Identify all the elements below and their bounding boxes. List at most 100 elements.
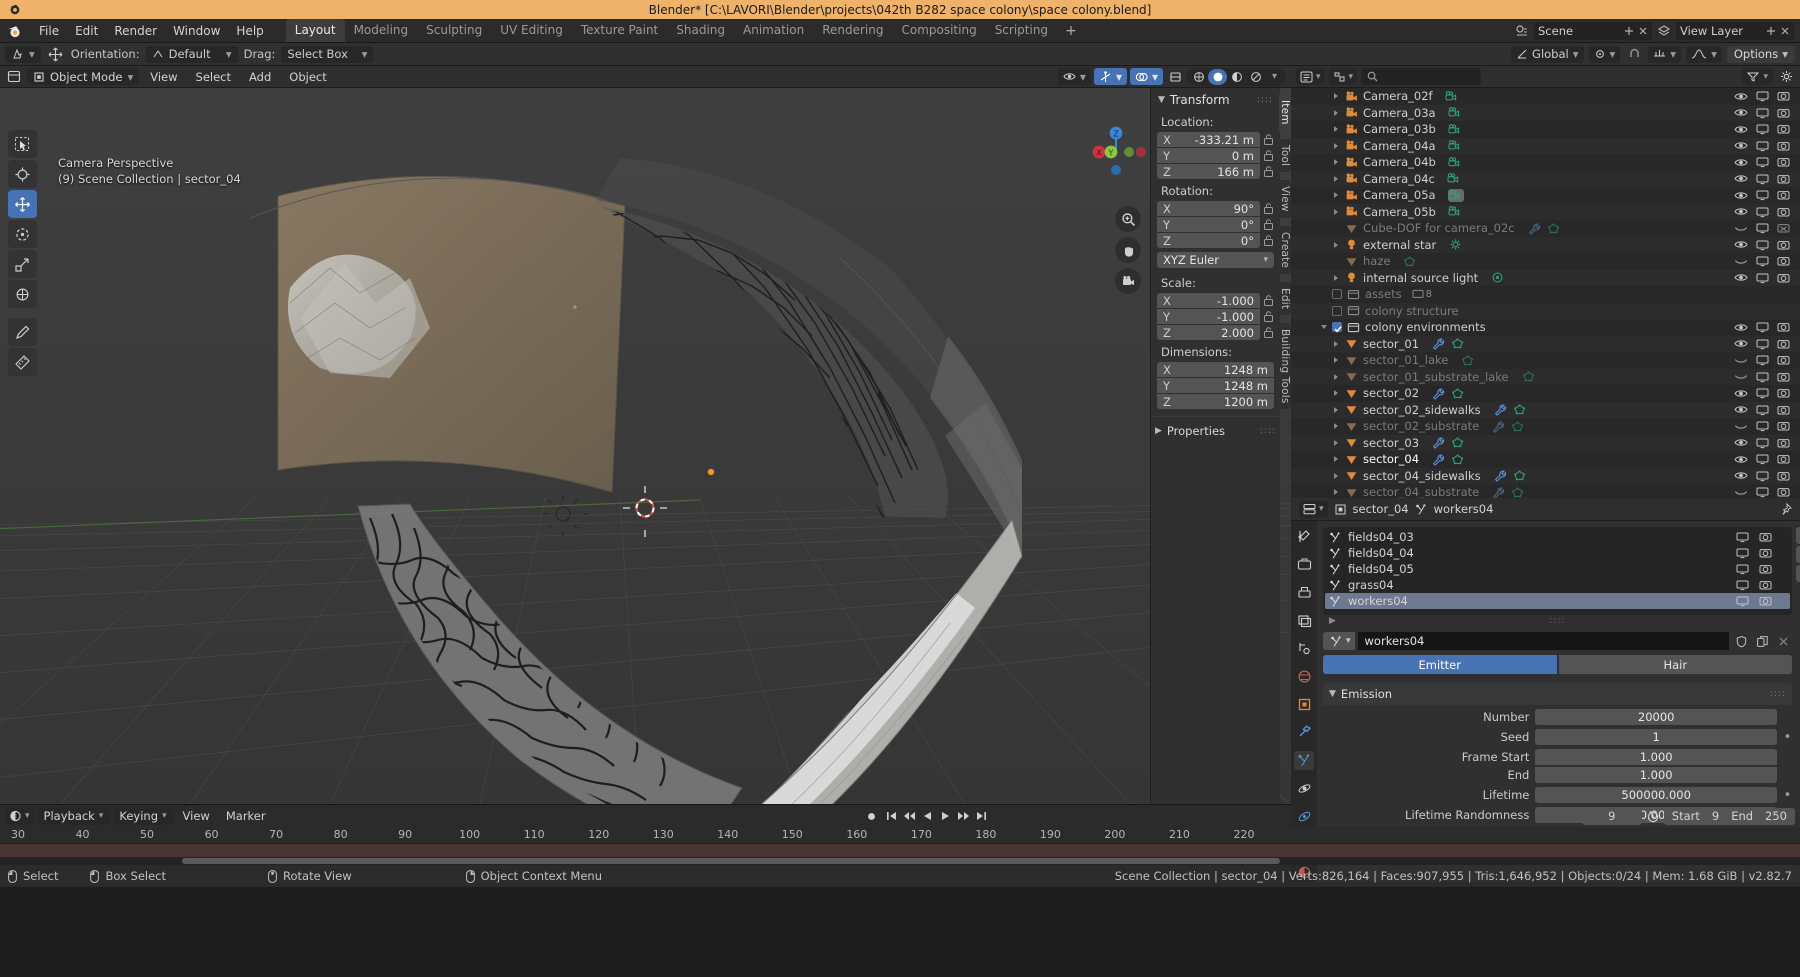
pan-hand-icon[interactable] — [1115, 237, 1141, 263]
rotation-y-row[interactable]: Y 0° — [1157, 217, 1274, 232]
disclosure-triangle[interactable] — [1334, 175, 1345, 182]
timeline-scrollbar-handle[interactable] — [182, 858, 1280, 864]
particle-datablock-name-input[interactable]: workers04 — [1357, 632, 1729, 650]
lock-icon[interactable] — [1263, 202, 1274, 215]
eye-hidden-icon[interactable] — [1734, 256, 1748, 267]
unlink-datablock-icon[interactable] — [1774, 632, 1792, 650]
menu-file[interactable]: File — [31, 21, 67, 41]
particle-system-row[interactable]: grass04 — [1325, 577, 1790, 593]
outliner-row[interactable]: Camera_04a — [1291, 137, 1800, 154]
outliner-item-name[interactable]: sector_03 — [1363, 436, 1419, 450]
add-workspace-button[interactable]: + — [1057, 21, 1085, 41]
outliner-search-input[interactable] — [1361, 68, 1482, 85]
particle-type-emitter[interactable]: Emitter — [1323, 655, 1557, 674]
outliner-item-name[interactable]: Camera_03b — [1363, 122, 1436, 136]
outliner-row[interactable]: sector_03 — [1291, 434, 1800, 451]
keying-dropdown[interactable]: Keying ▾ — [113, 807, 173, 825]
render-camera-icon[interactable] — [1777, 156, 1790, 168]
active-tool-icon[interactable]: ▾ — [5, 45, 41, 63]
outliner-row[interactable]: haze — [1291, 253, 1800, 270]
eye-visible-icon[interactable] — [1734, 470, 1748, 481]
properties-tab-object[interactable] — [1294, 695, 1314, 714]
outliner-item-name[interactable]: internal source light — [1363, 271, 1478, 285]
dimensions-z-row[interactable]: Z 1200 m — [1157, 394, 1274, 409]
workspace-tab-uv-editing[interactable]: UV Editing — [491, 19, 572, 42]
outliner-row[interactable]: sector_04_substrate — [1291, 484, 1800, 498]
viewport-display-icon[interactable] — [1756, 371, 1769, 383]
tool-transform[interactable] — [8, 280, 37, 308]
outliner-row[interactable]: Camera_03a — [1291, 104, 1800, 121]
outliner-item-name[interactable]: Camera_05b — [1363, 205, 1436, 219]
shading-options-dropdown[interactable]: ▾ — [1265, 69, 1284, 85]
auto-key-icon[interactable] — [1645, 808, 1661, 825]
dimensions-x-row[interactable]: X 1248 m — [1157, 362, 1274, 377]
frame-start-end-fields[interactable]: Start 9 End 250 — [1663, 807, 1795, 825]
fake-user-shield-icon[interactable] — [1732, 632, 1750, 650]
disclosure-triangle[interactable] — [1334, 241, 1345, 248]
scale-z-row[interactable]: Z 2.000 — [1157, 325, 1274, 340]
disclosure-triangle[interactable] — [1334, 472, 1345, 479]
jump-to-start-button[interactable] — [884, 808, 900, 825]
render-camera-icon[interactable] — [1777, 338, 1790, 350]
disclosure-triangle[interactable] — [1334, 274, 1345, 281]
shading-solid-button[interactable] — [1208, 68, 1227, 85]
disclosure-triangle[interactable] — [1334, 489, 1345, 496]
eye-visible-icon[interactable] — [1734, 338, 1748, 349]
outliner-item-name[interactable]: colony environments — [1365, 320, 1486, 334]
eye-visible-icon[interactable] — [1734, 124, 1748, 135]
properties-tab-world[interactable] — [1294, 667, 1314, 686]
outliner-row[interactable]: Camera_04b — [1291, 154, 1800, 171]
emission-panel-header[interactable]: ▼ Emission :::: — [1323, 683, 1792, 705]
copy-datablock-icon[interactable] — [1753, 632, 1771, 650]
properties-tab-particles[interactable] — [1294, 751, 1314, 770]
menu-window[interactable]: Window — [165, 21, 228, 41]
properties-tab-tool[interactable] — [1294, 527, 1314, 546]
sidebar-tab-building-tools[interactable]: Building Tools — [1279, 322, 1291, 410]
outliner-row[interactable]: Camera_05a — [1291, 187, 1800, 204]
rotation-mode-dropdown[interactable]: XYZ Euler ▾ — [1157, 252, 1274, 268]
viewport-display-icon[interactable] — [1736, 579, 1749, 591]
viewport-3d[interactable]: Object Mode ▾ View Select Add Object ▾ ▾ — [0, 66, 1291, 804]
outliner-row[interactable]: sector_02_substrate — [1291, 418, 1800, 435]
overlays-toggle[interactable]: ▾ — [1129, 68, 1163, 85]
workspace-tab-compositing[interactable]: Compositing — [892, 19, 985, 42]
viewport-display-icon[interactable] — [1736, 595, 1749, 607]
viewport-menu-add[interactable]: Add — [242, 68, 278, 86]
scene-selector[interactable]: Scene — [1534, 21, 1652, 40]
outliner-item-name[interactable]: sector_01_substrate_lake — [1363, 370, 1509, 384]
zoom-icon[interactable] — [1115, 206, 1141, 232]
play-reverse-button[interactable] — [920, 808, 936, 825]
properties-tab-physics[interactable] — [1294, 779, 1314, 798]
render-camera-icon[interactable] — [1759, 579, 1772, 591]
timeline-menu-marker[interactable]: Marker — [220, 807, 272, 825]
viewport-display-icon[interactable] — [1756, 354, 1769, 366]
tool-measure[interactable] — [8, 348, 37, 376]
outliner-row[interactable]: sector_01_substrate_lake — [1291, 368, 1800, 385]
timeline-editor-type-icon[interactable]: ▾ — [5, 807, 34, 825]
eye-visible-icon[interactable] — [1734, 454, 1748, 465]
eye-hidden-icon[interactable] — [1734, 421, 1748, 432]
emission-field-value[interactable]: 20000 — [1535, 709, 1777, 725]
new-view-layer-icon[interactable] — [1766, 26, 1776, 36]
workspace-tab-layout[interactable]: Layout — [285, 19, 345, 42]
viewport-display-icon[interactable] — [1756, 486, 1769, 498]
outliner-item-name[interactable]: sector_02_sidewalks — [1363, 403, 1481, 417]
outliner-row[interactable]: sector_02 — [1291, 385, 1800, 402]
particle-type-hair[interactable]: Hair — [1558, 655, 1792, 674]
rotation-x-row[interactable]: X 90° — [1157, 201, 1274, 216]
eye-visible-icon[interactable] — [1734, 322, 1748, 333]
viewport-display-icon[interactable] — [1736, 547, 1749, 559]
render-camera-icon[interactable] — [1777, 90, 1790, 102]
eye-visible-icon[interactable] — [1734, 206, 1748, 217]
record-keyframes-button[interactable] — [864, 808, 880, 825]
render-camera-icon[interactable] — [1759, 547, 1772, 559]
outliner-item-name[interactable]: sector_01 — [1363, 337, 1419, 351]
emission-field-value[interactable]: 1.000 — [1535, 767, 1777, 783]
viewport-display-icon[interactable] — [1756, 255, 1769, 267]
eye-visible-icon[interactable] — [1734, 239, 1748, 250]
particle-system-row[interactable]: workers04 — [1325, 593, 1790, 609]
workspace-tab-texture-paint[interactable]: Texture Paint — [572, 19, 667, 42]
outliner-item-name[interactable]: sector_01_lake — [1363, 353, 1448, 367]
outliner-row[interactable]: Camera_02f — [1291, 88, 1800, 105]
lock-icon[interactable] — [1263, 294, 1274, 307]
